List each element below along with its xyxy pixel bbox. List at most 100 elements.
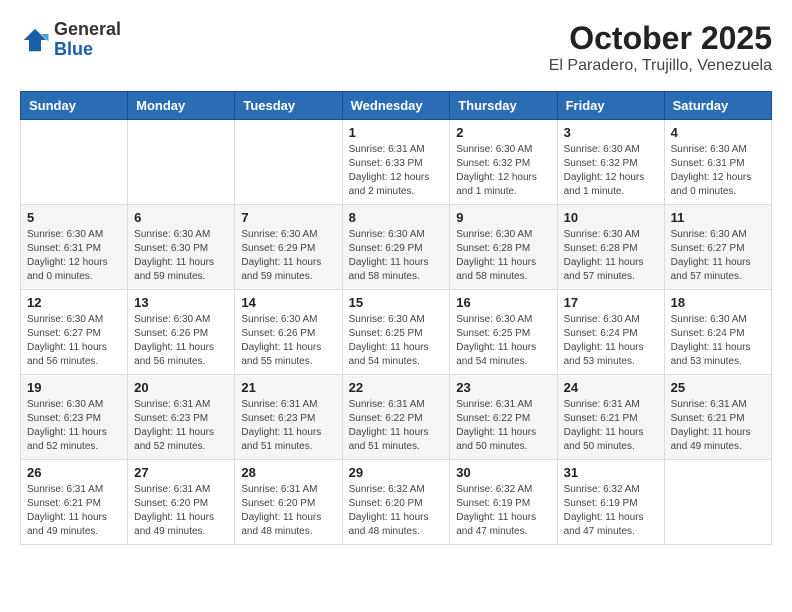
calendar-cell: 13 Sunrise: 6:30 AM Sunset: 6:26 PM Dayli…: [128, 290, 235, 375]
calendar-cell: 20Sunrise: 6:31 AM Sunset: 6:23 PM Dayli…: [128, 375, 235, 460]
month-year: October 2025: [549, 20, 772, 57]
calendar-cell: 19 Sunrise: 6:30 AM Sunset: 6:23 PM Dayli…: [21, 375, 128, 460]
weekday-header: Sunday: [21, 92, 128, 120]
calendar-cell: 28 Sunrise: 6:31 AM Sunset: 6:20 PM Dayli…: [235, 460, 342, 545]
day-number: 3: [564, 125, 658, 140]
weekday-header: Friday: [557, 92, 664, 120]
day-info: Sunrise: 6:31 AM Sunset: 6:33 PM Dayligh…: [349, 143, 444, 199]
calendar-week-row: 26Sunrise: 6:31 AM Sunset: 6:21 PM Dayli…: [21, 460, 772, 545]
logo-blue: Blue: [54, 40, 121, 60]
day-info: Sunrise: 6:31 AM Sunset: 6:20 PM Dayligh…: [241, 483, 335, 539]
calendar-cell: 7 Sunrise: 6:30 AM Sunset: 6:29 PM Daylig…: [235, 205, 342, 290]
day-info: Sunrise: 6:30 AM Sunset: 6:25 PM Dayligh…: [349, 313, 444, 369]
day-number: 9: [456, 210, 550, 225]
day-info: Sunrise: 6:30 AM Sunset: 6:24 PM Dayligh…: [564, 313, 658, 369]
day-number: 8: [349, 210, 444, 225]
calendar-cell: 4 Sunrise: 6:30 AM Sunset: 6:31 PM Daylig…: [664, 120, 771, 205]
day-number: 2: [456, 125, 550, 140]
day-number: 25: [671, 380, 765, 395]
weekday-header: Wednesday: [342, 92, 450, 120]
calendar-cell: 3 Sunrise: 6:30 AM Sunset: 6:32 PM Daylig…: [557, 120, 664, 205]
logo: General Blue: [20, 20, 121, 60]
calendar-cell: 16 Sunrise: 6:30 AM Sunset: 6:25 PM Dayli…: [450, 290, 557, 375]
day-info: Sunrise: 6:32 AM Sunset: 6:20 PM Dayligh…: [349, 483, 444, 539]
day-number: 16: [456, 295, 550, 310]
day-number: 23: [456, 380, 550, 395]
day-number: 19: [27, 380, 121, 395]
day-info: Sunrise: 6:30 AM Sunset: 6:29 PM Dayligh…: [349, 228, 444, 284]
calendar-cell: 15 Sunrise: 6:30 AM Sunset: 6:25 PM Dayli…: [342, 290, 450, 375]
day-number: 27: [134, 465, 228, 480]
calendar-cell: 26Sunrise: 6:31 AM Sunset: 6:21 PM Dayli…: [21, 460, 128, 545]
calendar-cell: 11 Sunrise: 6:30 AM Sunset: 6:27 PM Dayli…: [664, 205, 771, 290]
day-number: 22: [349, 380, 444, 395]
calendar-cell: 27Sunrise: 6:31 AM Sunset: 6:20 PM Dayli…: [128, 460, 235, 545]
calendar-cell: [664, 460, 771, 545]
calendar-header-row: SundayMondayTuesdayWednesdayThursdayFrid…: [21, 92, 772, 120]
day-info: Sunrise: 6:30 AM Sunset: 6:31 PM Dayligh…: [671, 143, 765, 199]
day-info: Sunrise: 6:31 AM Sunset: 6:22 PM Dayligh…: [456, 398, 550, 454]
day-info: Sunrise: 6:30 AM Sunset: 6:26 PM Dayligh…: [241, 313, 335, 369]
day-info: Sunrise: 6:30 AM Sunset: 6:29 PM Dayligh…: [241, 228, 335, 284]
day-number: 31: [564, 465, 658, 480]
calendar-cell: 10 Sunrise: 6:30 AM Sunset: 6:28 PM Dayli…: [557, 205, 664, 290]
weekday-header: Tuesday: [235, 92, 342, 120]
calendar: SundayMondayTuesdayWednesdayThursdayFrid…: [20, 91, 772, 545]
day-number: 21: [241, 380, 335, 395]
calendar-cell: 24 Sunrise: 6:31 AM Sunset: 6:21 PM Dayli…: [557, 375, 664, 460]
calendar-cell: 29 Sunrise: 6:32 AM Sunset: 6:20 PM Dayli…: [342, 460, 450, 545]
calendar-cell: 9 Sunrise: 6:30 AM Sunset: 6:28 PM Daylig…: [450, 205, 557, 290]
logo-general: General: [54, 20, 121, 40]
day-number: 14: [241, 295, 335, 310]
weekday-header: Saturday: [664, 92, 771, 120]
day-number: 29: [349, 465, 444, 480]
day-number: 5: [27, 210, 121, 225]
day-number: 7: [241, 210, 335, 225]
calendar-cell: 18Sunrise: 6:30 AM Sunset: 6:24 PM Dayli…: [664, 290, 771, 375]
calendar-cell: 5Sunrise: 6:30 AM Sunset: 6:31 PM Daylig…: [21, 205, 128, 290]
day-info: Sunrise: 6:30 AM Sunset: 6:26 PM Dayligh…: [134, 313, 228, 369]
day-info: Sunrise: 6:30 AM Sunset: 6:32 PM Dayligh…: [564, 143, 658, 199]
calendar-cell: 6 Sunrise: 6:30 AM Sunset: 6:30 PM Daylig…: [128, 205, 235, 290]
day-info: Sunrise: 6:31 AM Sunset: 6:22 PM Dayligh…: [349, 398, 444, 454]
day-number: 13: [134, 295, 228, 310]
day-number: 17: [564, 295, 658, 310]
day-number: 12: [27, 295, 121, 310]
day-number: 28: [241, 465, 335, 480]
day-info: Sunrise: 6:30 AM Sunset: 6:27 PM Dayligh…: [671, 228, 765, 284]
day-info: Sunrise: 6:32 AM Sunset: 6:19 PM Dayligh…: [564, 483, 658, 539]
calendar-week-row: 5Sunrise: 6:30 AM Sunset: 6:31 PM Daylig…: [21, 205, 772, 290]
day-number: 4: [671, 125, 765, 140]
day-info: Sunrise: 6:31 AM Sunset: 6:21 PM Dayligh…: [671, 398, 765, 454]
day-info: Sunrise: 6:31 AM Sunset: 6:21 PM Dayligh…: [564, 398, 658, 454]
day-number: 26: [27, 465, 121, 480]
calendar-cell: 25 Sunrise: 6:31 AM Sunset: 6:21 PM Dayli…: [664, 375, 771, 460]
day-number: 15: [349, 295, 444, 310]
calendar-cell: 22 Sunrise: 6:31 AM Sunset: 6:22 PM Dayli…: [342, 375, 450, 460]
day-number: 10: [564, 210, 658, 225]
calendar-cell: 1 Sunrise: 6:31 AM Sunset: 6:33 PM Daylig…: [342, 120, 450, 205]
day-number: 11: [671, 210, 765, 225]
day-info: Sunrise: 6:30 AM Sunset: 6:30 PM Dayligh…: [134, 228, 228, 284]
day-number: 30: [456, 465, 550, 480]
logo-icon: [20, 25, 50, 55]
calendar-cell: 2 Sunrise: 6:30 AM Sunset: 6:32 PM Daylig…: [450, 120, 557, 205]
day-info: Sunrise: 6:30 AM Sunset: 6:28 PM Dayligh…: [564, 228, 658, 284]
page-header: General Blue October 2025 El Paradero, T…: [20, 20, 772, 75]
calendar-cell: 21 Sunrise: 6:31 AM Sunset: 6:23 PM Dayli…: [235, 375, 342, 460]
day-info: Sunrise: 6:31 AM Sunset: 6:23 PM Dayligh…: [134, 398, 228, 454]
day-number: 24: [564, 380, 658, 395]
day-info: Sunrise: 6:30 AM Sunset: 6:32 PM Dayligh…: [456, 143, 550, 199]
day-info: Sunrise: 6:30 AM Sunset: 6:23 PM Dayligh…: [27, 398, 121, 454]
day-number: 1: [349, 125, 444, 140]
weekday-header: Monday: [128, 92, 235, 120]
calendar-cell: 14 Sunrise: 6:30 AM Sunset: 6:26 PM Dayli…: [235, 290, 342, 375]
day-number: 18: [671, 295, 765, 310]
calendar-cell: [21, 120, 128, 205]
calendar-week-row: 1 Sunrise: 6:31 AM Sunset: 6:33 PM Daylig…: [21, 120, 772, 205]
day-info: Sunrise: 6:31 AM Sunset: 6:23 PM Dayligh…: [241, 398, 335, 454]
day-info: Sunrise: 6:30 AM Sunset: 6:28 PM Dayligh…: [456, 228, 550, 284]
logo-text: General Blue: [54, 20, 121, 60]
day-number: 6: [134, 210, 228, 225]
day-info: Sunrise: 6:30 AM Sunset: 6:25 PM Dayligh…: [456, 313, 550, 369]
